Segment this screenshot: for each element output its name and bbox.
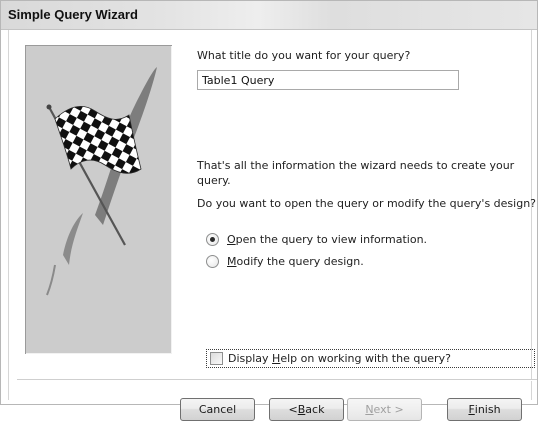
back-button[interactable]: < Back xyxy=(269,398,344,421)
wizard-body: What title do you want for your query? T… xyxy=(8,30,537,421)
wizard-picture-panel xyxy=(25,45,172,354)
open-query-label: Open the query to view information. xyxy=(227,232,428,246)
info-message: That's all the information the wizard ne… xyxy=(197,159,515,187)
display-help-checkbox[interactable] xyxy=(210,352,223,365)
query-title-input[interactable] xyxy=(197,70,459,90)
title-bar: Simple Query Wizard xyxy=(1,1,537,30)
open-or-modify-question: Do you want to open the query or modify … xyxy=(197,197,537,210)
button-separator xyxy=(17,379,537,381)
modify-design-label: Modify the query design. xyxy=(227,254,364,268)
checkered-flag-icon xyxy=(46,67,157,296)
finish-button[interactable]: Finish xyxy=(447,398,522,421)
display-help-label: Display Help on working with the query? xyxy=(228,352,451,365)
modify-design-option[interactable]: Modify the query design. xyxy=(206,253,364,269)
display-help-option[interactable]: Display Help on working with the query? xyxy=(206,349,535,368)
cancel-button[interactable]: Cancel xyxy=(180,398,255,421)
simple-query-wizard-window: Simple Query Wizard What title do you wa… xyxy=(0,0,538,421)
next-button[interactable]: Next > xyxy=(347,398,422,421)
open-query-radio[interactable] xyxy=(206,232,219,246)
title-prompt-label: What title do you want for your query? xyxy=(197,49,411,62)
open-query-option[interactable]: Open the query to view information. xyxy=(206,231,427,247)
modify-design-radio[interactable] xyxy=(206,254,219,268)
window-title: Simple Query Wizard xyxy=(8,7,138,22)
